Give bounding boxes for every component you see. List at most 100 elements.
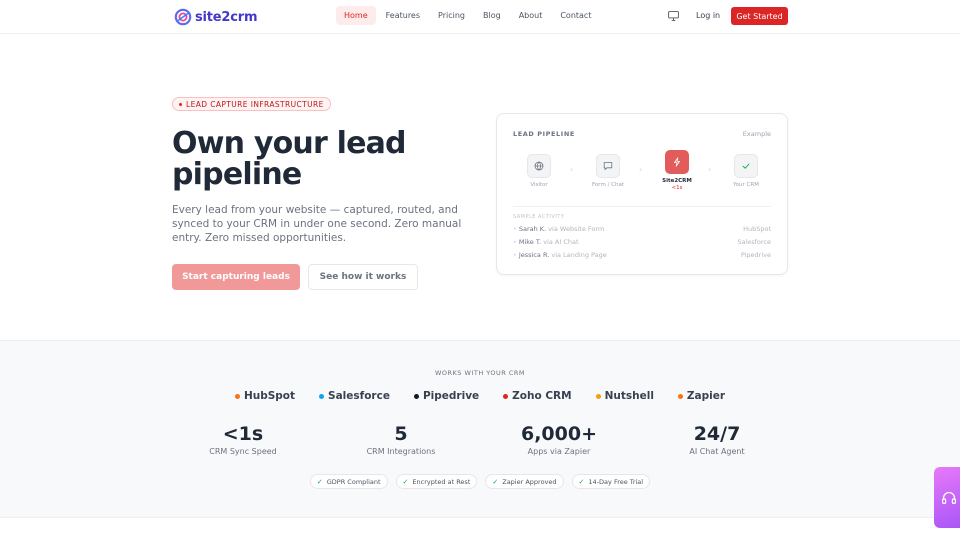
crm-name: HubSpot: [243, 390, 296, 402]
pill-label: GDPR Compliant: [326, 477, 381, 486]
works-with-label: WORKS WITH YOUR CRM: [434, 369, 526, 377]
check-icon: ✓: [402, 477, 409, 486]
stat-value: 5: [394, 423, 408, 445]
check-icon: ✓: [316, 477, 323, 486]
hero-subtitle: Every lead from your website — captured,…: [172, 204, 462, 244]
nav-link-pricing[interactable]: Pricing: [430, 6, 473, 25]
sample-activity-title: SAMPLE ACTIVITY: [513, 214, 565, 220]
nav-link-blog[interactable]: Blog: [475, 6, 509, 25]
step-site2crm: Site2CRM <1s: [652, 150, 702, 191]
stat-crm-integrations: 5 CRM Integrations: [321, 423, 481, 456]
crm-dot: [677, 393, 683, 399]
nav-link-features[interactable]: Features: [378, 6, 428, 25]
stat-label: CRM Integrations: [366, 447, 436, 456]
trust-pill-trial: ✓ 14-Day Free Trial: [571, 474, 651, 489]
activity-source: via Landing Page: [551, 251, 607, 259]
crm-pipedrive: Pipedrive: [413, 390, 480, 402]
brand-name: site2crm: [195, 9, 258, 25]
bolt-icon: [674, 157, 680, 167]
see-how-button[interactable]: See how it works: [308, 264, 418, 290]
step-your-crm: Your CRM: [721, 154, 771, 188]
step-label: Visitor: [530, 182, 548, 188]
card-title: LEAD PIPELINE: [513, 130, 575, 138]
pill-label: Encrypted at Rest: [412, 477, 471, 486]
brand-logo[interactable]: site2crm: [174, 8, 258, 26]
globe-icon: [534, 161, 544, 171]
trust-pill-gdpr: ✓ GDPR Compliant: [309, 474, 388, 489]
nav-link-about[interactable]: About: [511, 6, 551, 25]
crm-logo-row: HubSpot Salesforce Pipedrive Zoho CRM Nu…: [0, 390, 960, 402]
step-label: Form / Chat: [591, 182, 625, 188]
bullet: •: [513, 238, 517, 246]
chevron-right-icon: ›: [708, 165, 712, 174]
activity-crm: Salesforce: [737, 238, 771, 246]
stat-value: <1s: [222, 423, 264, 445]
stat-sync-speed: <1s CRM Sync Speed: [163, 423, 323, 456]
chevron-right-icon: ›: [639, 165, 643, 174]
step-box: [527, 154, 551, 178]
crm-zapier: Zapier: [677, 390, 726, 402]
step-box: [596, 154, 620, 178]
lead-pipeline-card: LEAD PIPELINE Example Visitor Form / Cha…: [496, 113, 788, 275]
crm-name: Pipedrive: [422, 390, 480, 402]
stat-label: Apps via Zapier: [527, 447, 591, 456]
nav-link-contact[interactable]: Contact: [552, 6, 599, 25]
chevron-right-icon: ›: [570, 165, 574, 174]
check-icon: ✓: [578, 477, 585, 486]
activity-row: • Sarah K. via Website Form HubSpot: [513, 225, 771, 235]
step-sync-time: <1s: [671, 185, 683, 191]
crm-hubspot: HubSpot: [234, 390, 296, 402]
step-label: Your CRM: [733, 182, 759, 188]
step-form-chat: Form / Chat: [583, 154, 633, 188]
badge-dot: [179, 103, 182, 106]
check-icon: ✓: [492, 477, 499, 486]
crm-name: Nutshell: [604, 390, 654, 402]
step-box-highlight: [665, 150, 689, 174]
crm-name: Salesforce: [328, 390, 390, 402]
activity-name: Jessica R.: [518, 251, 550, 259]
trust-badges: ✓ GDPR Compliant ✓ Encrypted at Rest ✓ Zapi…: [0, 474, 960, 489]
top-navigation: site2crm Home Features Pricing Blog Abou…: [0, 0, 960, 34]
activity-name: Mike T.: [518, 238, 542, 246]
crm-zoho: Zoho CRM: [503, 390, 572, 402]
activity-source: via Website Form: [548, 225, 605, 233]
stat-label: CRM Sync Speed: [209, 447, 277, 456]
activity-source: via AI Chat: [543, 238, 579, 246]
trust-pill-zapier: ✓ Zapier Approved: [485, 474, 564, 489]
step-box: [734, 154, 758, 178]
crm-name: Zapier: [686, 390, 726, 402]
crm-dot: [413, 393, 419, 399]
pill-label: 14-Day Free Trial: [588, 477, 644, 486]
pill-label: Zapier Approved: [502, 477, 557, 486]
crm-nutshell: Nutshell: [595, 390, 654, 402]
stat-ai-chat: 24/7 AI Chat Agent: [637, 423, 797, 456]
stat-zapier-apps: 6,000+ Apps via Zapier: [479, 423, 639, 456]
nav-links: Home Features Pricing Blog About Contact: [336, 6, 601, 25]
support-chat-widget[interactable]: [934, 467, 960, 528]
activity-crm: HubSpot: [743, 225, 771, 233]
step-visitor: Visitor: [514, 154, 564, 188]
card-divider: [513, 206, 771, 207]
logo-icon: [174, 8, 192, 26]
crm-dot: [595, 393, 601, 399]
get-started-button[interactable]: Get Started: [731, 7, 788, 25]
activity-name: Sarah K.: [518, 225, 547, 233]
nav-link-home[interactable]: Home: [336, 6, 376, 25]
check-icon: [742, 163, 750, 169]
login-link[interactable]: Log in: [696, 11, 720, 20]
start-capturing-button[interactable]: Start capturing leads: [172, 264, 300, 290]
card-example-label: Example: [742, 130, 771, 138]
trust-pill-encrypted: ✓ Encrypted at Rest: [395, 474, 478, 489]
chat-icon: [603, 162, 613, 170]
monitor-icon[interactable]: [668, 11, 679, 21]
crm-name: Zoho CRM: [512, 390, 572, 402]
crm-dot: [503, 393, 509, 399]
bullet: •: [513, 225, 517, 233]
badge-text: LEAD CAPTURE INFRASTRUCTURE: [186, 99, 324, 109]
hero-badge: LEAD CAPTURE INFRASTRUCTURE: [172, 97, 331, 111]
hero-title: Own your lead pipeline: [172, 126, 407, 192]
crm-dot: [319, 393, 325, 399]
headset-icon: [942, 491, 956, 504]
activity-crm: Pipedrive: [740, 251, 771, 259]
activity-row: • Jessica R. via Landing Page Pipedrive: [513, 251, 771, 261]
